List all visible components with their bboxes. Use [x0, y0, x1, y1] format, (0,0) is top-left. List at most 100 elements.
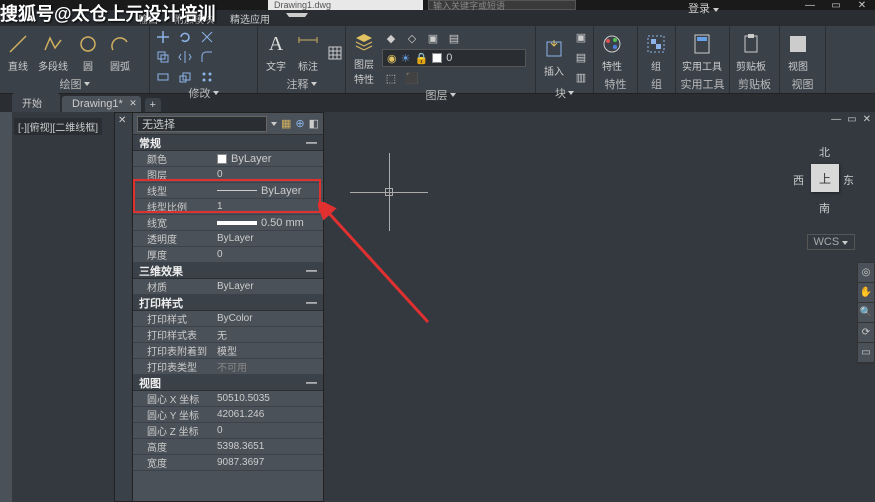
search-input[interactable]: 输入关键字或短语 [428, 0, 576, 10]
prop-value-center-z[interactable]: 0 [213, 423, 323, 438]
prop-value-height[interactable]: 5398.3651 [213, 439, 323, 454]
doc-minimize-icon[interactable]: — [831, 114, 841, 125]
trim-icon[interactable] [198, 28, 216, 46]
layer-combo[interactable]: ◉ ☀ 🔒 0 [382, 49, 526, 67]
properties-button[interactable]: 特性 [598, 30, 626, 75]
layer-tool-icon[interactable]: ◇ [403, 29, 421, 47]
viewcube-south[interactable]: 南 [819, 200, 830, 216]
bulb-icon: ◉ [387, 52, 397, 65]
doc-close-icon[interactable]: ✕ [863, 114, 871, 125]
viewcube-top[interactable]: 上 [811, 164, 839, 192]
layer-tool-icon[interactable]: ⬛ [403, 69, 421, 87]
drawing-area[interactable]: [-][俯视][二维线框] — ▭ ✕ 北 南 西 东 上 WCS ◎ ✋ 🔍 … [0, 112, 875, 502]
prop-value-plotstyle[interactable]: ByColor [213, 311, 323, 326]
selection-combo[interactable]: 无选择 [137, 116, 267, 132]
ribbon-tab[interactable]: 精选应用 [222, 10, 278, 26]
nav-wheel-icon[interactable]: ◎ [858, 263, 874, 283]
array-icon[interactable] [198, 68, 216, 86]
section-general[interactable]: 常规— [133, 135, 323, 151]
panel-label-draw[interactable]: 绘图 [4, 77, 145, 91]
nav-orbit-icon[interactable]: ⟳ [858, 323, 874, 343]
viewport-label[interactable]: [-][俯视][二维线框] [14, 118, 102, 135]
prop-value-lineweight[interactable]: 0.50 mm [213, 215, 323, 230]
copy-icon[interactable] [154, 48, 172, 66]
group-button[interactable]: 组 [642, 30, 670, 75]
section-3d-effect[interactable]: 三维效果— [133, 263, 323, 279]
panel-label-layers[interactable]: 图层 [350, 88, 531, 102]
tab-start[interactable]: 开始 [12, 93, 60, 112]
quickselect-icon[interactable]: ▦ [281, 117, 291, 130]
close-button[interactable]: ✕ [849, 0, 875, 10]
insert-button[interactable]: 插入 [540, 35, 568, 80]
line-icon [6, 32, 30, 56]
prop-value-color[interactable]: ByLayer [213, 151, 323, 166]
view-button[interactable]: 视图 [784, 30, 812, 75]
prop-value-plottype: 不可用 [213, 359, 323, 374]
select-icon[interactable]: ◧ [309, 117, 319, 130]
prop-value-plotattached[interactable]: 模型 [213, 343, 323, 358]
panel-title-strip[interactable]: ✕ [115, 113, 133, 501]
circle-button[interactable]: 圆 [74, 30, 102, 75]
layer-tool-icon[interactable]: ▤ [445, 29, 463, 47]
polyline-icon [41, 32, 65, 56]
prop-value-ltscale[interactable]: 1 [213, 199, 323, 214]
tab-document[interactable]: Drawing1*✕ [62, 96, 141, 112]
viewcube-east[interactable]: 东 [843, 172, 854, 188]
prop-value-center-y[interactable]: 42061.246 [213, 407, 323, 422]
prop-value-center-x[interactable]: 50510.5035 [213, 391, 323, 406]
prop-value-material[interactable]: ByLayer [213, 279, 323, 294]
nav-zoom-icon[interactable]: 🔍 [858, 303, 874, 323]
dropdown-icon[interactable] [271, 122, 277, 126]
panel-label-annotation[interactable]: 注释 [262, 77, 341, 91]
login-button[interactable]: 登录 [688, 0, 719, 16]
viewcube-north[interactable]: 北 [819, 144, 830, 160]
line-button[interactable]: 直线 [4, 30, 32, 75]
layer-tool-icon[interactable]: ◆ [382, 29, 400, 47]
fillet-icon[interactable] [198, 48, 216, 66]
doc-maximize-icon[interactable]: ▭ [847, 114, 856, 125]
clipboard-button[interactable]: 剪贴板 [734, 30, 768, 75]
block-tool-icon[interactable]: ▤ [572, 48, 590, 66]
maximize-button[interactable]: ▭ [823, 0, 849, 10]
viewcube-west[interactable]: 西 [793, 172, 804, 188]
arc-button[interactable]: 圆弧 [106, 30, 134, 75]
block-tool-icon[interactable]: ▣ [572, 28, 590, 46]
wcs-label[interactable]: WCS [807, 234, 855, 250]
layer-properties-button[interactable]: 图层 特性 [350, 28, 378, 88]
section-view[interactable]: 视图— [133, 375, 323, 391]
layer-tool-icon[interactable]: ⬚ [382, 69, 400, 87]
view-cube[interactable]: 北 南 西 东 上 [791, 142, 857, 222]
section-plot-style[interactable]: 打印样式— [133, 295, 323, 311]
prop-key: 颜色 [133, 151, 213, 166]
prop-value-thickness[interactable]: 0 [213, 247, 323, 262]
prop-value-plottable[interactable]: 无 [213, 327, 323, 342]
prop-value-linetype[interactable]: ByLayer [213, 183, 323, 198]
lock-icon: 🔒 [414, 52, 428, 65]
table-icon[interactable] [326, 44, 344, 62]
rotate-icon[interactable] [176, 28, 194, 46]
layer-tool-icon[interactable]: ▣ [424, 29, 442, 47]
block-tool-icon[interactable]: ▥ [572, 68, 590, 86]
prop-value-transparency[interactable]: ByLayer [213, 231, 323, 246]
panel-close-icon[interactable]: ✕ [118, 115, 126, 126]
polyline-button[interactable]: 多段线 [36, 30, 70, 75]
prop-value-width[interactable]: 9087.3697 [213, 455, 323, 470]
nav-pan-icon[interactable]: ✋ [858, 283, 874, 303]
tab-add-button[interactable]: + [145, 98, 161, 112]
stretch-icon[interactable] [154, 68, 172, 86]
dimension-button[interactable]: 标注 [294, 30, 322, 75]
prop-value-layer[interactable]: 0 [213, 167, 323, 182]
move-icon[interactable] [154, 28, 172, 46]
panel-label-modify[interactable]: 修改 [154, 86, 253, 100]
prop-key: 线型 [133, 183, 213, 198]
panel-label-block[interactable]: 块 [540, 86, 589, 100]
mirror-icon[interactable] [176, 48, 194, 66]
tab-close-icon[interactable]: ✕ [129, 98, 137, 109]
utilities-button[interactable]: 实用工具 [680, 30, 724, 75]
minimize-button[interactable]: — [797, 0, 823, 10]
scale-icon[interactable] [176, 68, 194, 86]
ribbon-tab-dropdown[interactable] [278, 10, 316, 26]
text-button[interactable]: A文字 [262, 30, 290, 75]
nav-tool-icon[interactable]: ▭ [858, 343, 874, 363]
pickadd-icon[interactable]: ⊕ [295, 117, 304, 130]
